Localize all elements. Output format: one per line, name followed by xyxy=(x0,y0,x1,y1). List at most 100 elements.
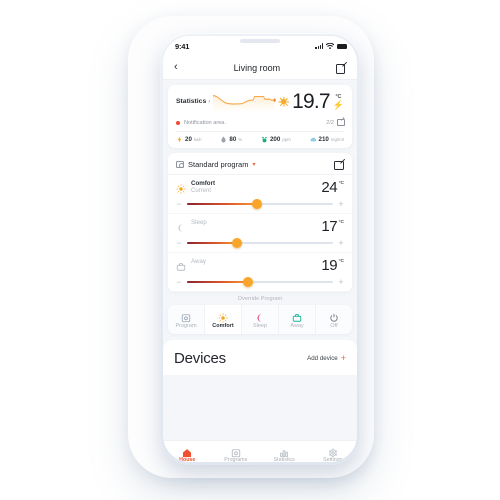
slider-row-names: Away xyxy=(191,258,206,265)
notification-left: Notification area. xyxy=(176,120,226,126)
edit-room-button[interactable] xyxy=(335,63,346,74)
metric-value: 200 xyxy=(269,136,281,143)
slider-fill xyxy=(187,242,237,244)
wifi-icon xyxy=(326,43,334,49)
increase-temperature-button[interactable]: + xyxy=(338,238,344,248)
statistics-link[interactable]: Statistics › xyxy=(176,92,278,112)
slider-row-title: Away xyxy=(191,258,207,265)
program-name: Standard program xyxy=(188,159,249,169)
decrease-temperature-button[interactable]: − xyxy=(176,199,182,209)
decrease-temperature-button[interactable]: − xyxy=(176,277,182,287)
notification-count: 2/2 xyxy=(326,119,334,126)
mode-tab-bar: Program Comfort Sleep Away Off xyxy=(168,305,352,334)
slider-control: − + xyxy=(176,277,344,287)
slider-row-names: Sleep xyxy=(191,219,207,226)
slider-row-temperature: 24 °C xyxy=(321,180,344,195)
temperature-slider-row: Away 19 °C − + xyxy=(168,253,352,292)
briefcase-icon xyxy=(292,310,302,322)
metric-item: 20 kwh xyxy=(176,136,202,143)
nav-item-settings[interactable]: Settings xyxy=(309,445,358,462)
program-selector[interactable]: Standard program ▾ xyxy=(176,160,255,169)
slider-row-top: Sleep 17 °C xyxy=(176,219,344,234)
slider-row-label-group: Away xyxy=(176,258,206,271)
increase-temperature-button[interactable]: + xyxy=(338,277,344,287)
add-device-label: Add device xyxy=(307,354,338,362)
power-icon xyxy=(329,310,339,322)
temperature-slider[interactable] xyxy=(187,199,333,209)
mode-tab-label: Off xyxy=(330,322,338,329)
notification-row[interactable]: Notification area. 2/2 xyxy=(176,116,345,126)
bolt-icon xyxy=(176,136,183,143)
metric-unit: ppm xyxy=(282,137,291,142)
nav-item-statistics[interactable]: Statistics xyxy=(260,445,309,462)
statistics-card: Statistics › 19.7 °C ⚡ Notification area… xyxy=(168,85,352,148)
increase-temperature-button[interactable]: + xyxy=(338,199,344,209)
slider-row-top: Away 19 °C xyxy=(176,258,344,273)
calendar-icon xyxy=(181,310,191,323)
notification-text: Notification area. xyxy=(184,119,226,126)
nav-item-programs[interactable]: Programs xyxy=(212,445,261,462)
temperature-value: 19.7 xyxy=(292,90,330,113)
slider-row-title: Comfort xyxy=(191,180,216,187)
decrease-temperature-button[interactable]: − xyxy=(176,238,182,248)
slider-thumb[interactable] xyxy=(252,199,263,209)
mode-tab-off[interactable]: Off xyxy=(316,305,352,334)
app-header: ‹ Living room xyxy=(163,56,357,80)
slider-temp-unit: °C xyxy=(338,181,344,186)
slider-row-subtitle: Current xyxy=(191,187,212,194)
current-temperature-block: 19.7 °C ⚡ xyxy=(278,91,344,112)
moon-icon xyxy=(176,220,186,232)
slider-thumb[interactable] xyxy=(243,277,254,287)
house-icon xyxy=(182,445,192,458)
screen-body: Statistics › 19.7 °C ⚡ Notification area… xyxy=(163,85,357,462)
status-bar-time: 9:41 xyxy=(175,41,190,51)
phone-screen: 9:41 ‹ Living room Statistics › 19.7 °C … xyxy=(163,36,357,462)
mode-tab-program[interactable]: Program xyxy=(168,305,205,334)
mode-tab-label: Away xyxy=(290,322,304,329)
plus-icon: + xyxy=(340,352,346,363)
metric-unit: % xyxy=(238,137,243,142)
droplet-icon xyxy=(220,136,227,143)
bar-chart-icon xyxy=(279,445,289,458)
program-header: Standard program ▾ xyxy=(168,153,352,175)
metric-value: 20 xyxy=(185,136,192,143)
gear-icon xyxy=(328,445,338,458)
devices-title: Devices xyxy=(174,349,226,367)
status-bar-icons xyxy=(315,43,347,49)
slider-row-names: Comfort Current xyxy=(191,180,215,194)
chevron-down-icon[interactable]: ▾ xyxy=(252,161,255,168)
nav-item-house[interactable]: House xyxy=(163,445,212,462)
signal-bars-icon xyxy=(315,43,323,49)
co2-icon xyxy=(261,136,268,143)
slider-temp-value: 19 xyxy=(321,257,338,274)
override-program-label: Override Program xyxy=(237,296,283,302)
back-button[interactable]: ‹ xyxy=(174,62,178,73)
external-link-icon[interactable] xyxy=(337,116,345,126)
metric-unit: mg/m3 xyxy=(330,137,344,142)
phone-frame: 9:41 ‹ Living room Statistics › 19.7 °C … xyxy=(160,33,360,465)
temperature-slider[interactable] xyxy=(187,277,333,287)
slider-temp-value: 24 xyxy=(321,179,338,196)
edit-program-button[interactable] xyxy=(334,159,344,170)
mode-tab-sleep[interactable]: Sleep xyxy=(242,305,279,334)
temperature-slider[interactable] xyxy=(187,238,333,248)
slider-fill xyxy=(187,281,249,283)
metric-item: 200 ppm xyxy=(261,136,291,143)
slider-thumb[interactable] xyxy=(231,238,242,248)
devices-section: Devices Add device + xyxy=(163,339,357,375)
mode-tab-away[interactable]: Away xyxy=(279,305,316,334)
sparkline-chart xyxy=(213,94,277,112)
temperature-slider-row: Comfort Current 24 °C − + xyxy=(168,175,352,214)
lightning-bolt-icon: ⚡ xyxy=(332,99,344,110)
temperature-units: °C ⚡ xyxy=(333,94,344,110)
notification-right: 2/2 xyxy=(326,116,345,126)
status-bar: 9:41 xyxy=(163,36,357,56)
slider-control: − + xyxy=(176,199,344,209)
mode-tab-comfort[interactable]: Comfort xyxy=(205,305,242,334)
notch xyxy=(240,39,280,43)
add-device-button[interactable]: Add device + xyxy=(307,352,346,363)
metric-item: 80% xyxy=(220,136,242,143)
slider-temp-unit: °C xyxy=(338,259,344,264)
moon-icon xyxy=(255,310,265,322)
temperature-unit: °C xyxy=(335,93,342,100)
